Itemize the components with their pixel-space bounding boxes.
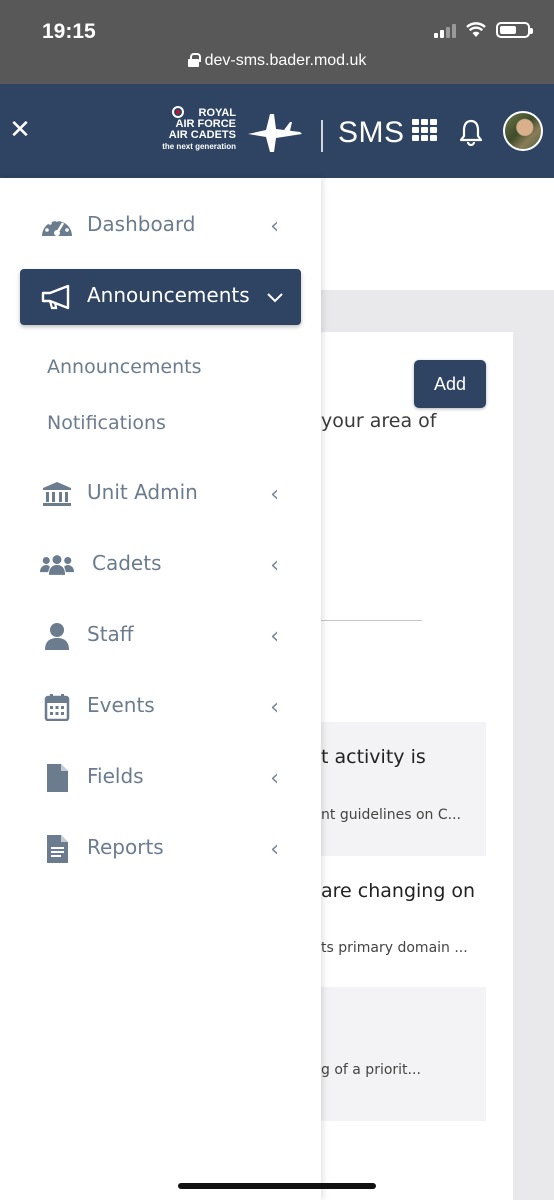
announcement-title: t activity is bbox=[321, 746, 426, 768]
brand-line-3: AIR CADETS bbox=[168, 129, 236, 141]
sidebar-item-label: Cadets bbox=[92, 551, 162, 575]
announcement-snippet: g of a priorit... bbox=[321, 1062, 421, 1078]
status-bar: 19:15 dev-sms.bader.mod.uk bbox=[0, 0, 554, 84]
sidebar-item-label: Reports bbox=[87, 835, 164, 859]
sidebar-item-label: Events bbox=[87, 693, 155, 717]
sidebar-item-staff[interactable]: Staff ‹ bbox=[20, 608, 301, 664]
sidebar-item-label: Announcements bbox=[87, 283, 250, 307]
announcement-title: are changing on bbox=[321, 880, 476, 902]
sidebar-item-events[interactable]: Events ‹ bbox=[20, 679, 301, 735]
announcement-snippet: nt guidelines on C... bbox=[321, 807, 461, 823]
announcement-item[interactable]: g of a priorit... bbox=[321, 987, 486, 1121]
chevron-left-icon: ‹ bbox=[270, 837, 279, 862]
chevron-left-icon: ‹ bbox=[270, 624, 279, 649]
status-time: 19:15 bbox=[42, 20, 96, 43]
raf-air-cadets-logo[interactable]: ROYAL AIR FORCE AIR CADETS the next gene… bbox=[156, 104, 306, 160]
sidebar-nav: Dashboard ‹ Announcements Announcements … bbox=[0, 178, 321, 1200]
sidebar-item-dashboard[interactable]: Dashboard ‹ bbox=[20, 198, 301, 254]
users-group-icon bbox=[40, 555, 74, 575]
signal-icon bbox=[434, 22, 456, 38]
chevron-left-icon: ‹ bbox=[270, 553, 279, 578]
url-bar[interactable]: dev-sms.bader.mod.uk bbox=[0, 52, 554, 70]
announcement-snippet: ts primary domain ... bbox=[321, 940, 468, 956]
chevron-left-icon: ‹ bbox=[270, 766, 279, 791]
megaphone-icon bbox=[41, 284, 70, 310]
dashboard-gauge-icon bbox=[42, 218, 72, 236]
announcement-item[interactable]: t activity is nt guidelines on C... bbox=[321, 722, 486, 856]
divider bbox=[321, 620, 422, 621]
sidebar-item-reports[interactable]: Reports ‹ bbox=[20, 821, 301, 877]
wifi-icon bbox=[466, 22, 486, 37]
close-menu-button[interactable]: ✕ bbox=[8, 116, 32, 144]
chevron-down-icon bbox=[267, 293, 283, 303]
calendar-icon bbox=[44, 694, 70, 721]
add-button[interactable]: Add bbox=[414, 360, 486, 408]
sidebar-item-label: Unit Admin bbox=[87, 480, 198, 504]
sub-item-announcements[interactable]: Announcements bbox=[47, 356, 202, 378]
file-icon bbox=[47, 764, 68, 792]
brand-text: ROYAL AIR FORCE AIR CADETS the next gene… bbox=[156, 108, 236, 152]
battery-icon bbox=[496, 22, 533, 38]
app-header: ✕ ROYAL AIR FORCE AIR CADETS the next ge… bbox=[0, 84, 554, 178]
sub-item-notifications[interactable]: Notifications bbox=[47, 412, 166, 434]
url-text: dev-sms.bader.mod.uk bbox=[204, 52, 367, 69]
announcement-item[interactable]: are changing on ts primary domain ... bbox=[321, 856, 486, 987]
user-icon bbox=[45, 623, 69, 650]
file-text-icon bbox=[47, 835, 68, 863]
chevron-left-icon: ‹ bbox=[270, 214, 279, 239]
sidebar-item-announcements[interactable]: Announcements bbox=[20, 269, 301, 325]
user-avatar[interactable] bbox=[503, 111, 543, 151]
sidebar-item-fields[interactable]: Fields ‹ bbox=[20, 750, 301, 806]
intro-text: your area of bbox=[321, 410, 437, 432]
jet-icon bbox=[248, 114, 302, 152]
apps-grid-icon[interactable] bbox=[412, 119, 438, 141]
sidebar-item-cadets[interactable]: Cadets ‹ bbox=[20, 537, 301, 593]
brand-line-4: the next generation bbox=[162, 142, 236, 151]
app-name: SMS bbox=[338, 116, 405, 149]
bank-building-icon bbox=[43, 482, 71, 506]
sidebar-item-label: Staff bbox=[87, 622, 134, 646]
header-divider bbox=[321, 120, 323, 152]
lock-icon bbox=[187, 53, 201, 67]
bell-icon[interactable] bbox=[458, 118, 484, 146]
chevron-left-icon: ‹ bbox=[270, 695, 279, 720]
chevron-left-icon: ‹ bbox=[270, 482, 279, 507]
sidebar-item-label: Dashboard bbox=[87, 212, 196, 236]
sidebar-item-label: Fields bbox=[87, 764, 144, 788]
home-indicator[interactable] bbox=[178, 1183, 376, 1189]
status-icons bbox=[434, 22, 533, 38]
sidebar-item-unit-admin[interactable]: Unit Admin ‹ bbox=[20, 466, 301, 522]
